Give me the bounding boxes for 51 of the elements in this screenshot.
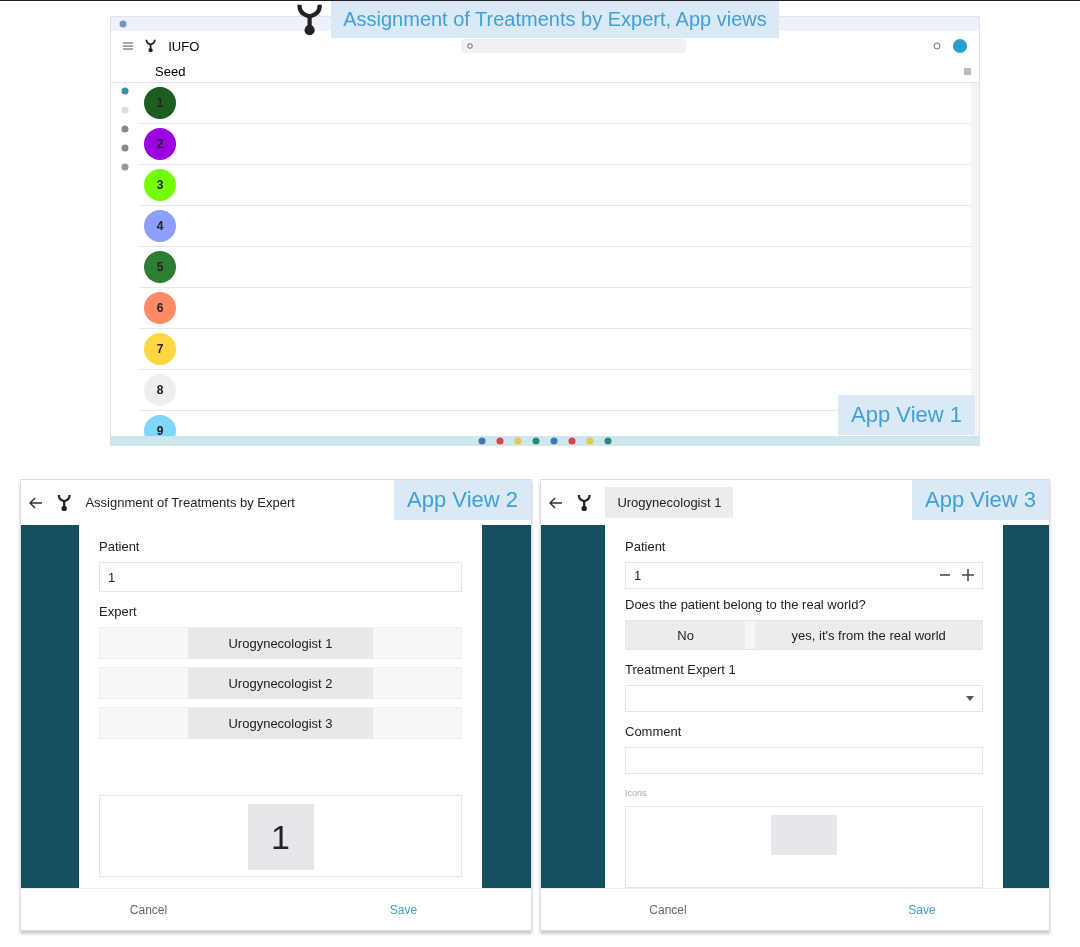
choice-option[interactable]: yes, it's from the real world	[755, 620, 982, 650]
view-label: App View 1	[838, 395, 975, 435]
caret-icon	[966, 696, 974, 702]
number-badge: 9	[144, 415, 176, 436]
logo-icon	[145, 39, 157, 53]
field-label: Expert	[99, 604, 138, 619]
image-field[interactable]	[625, 806, 983, 888]
logo-icon	[57, 493, 72, 512]
app-name: IUFO	[168, 38, 200, 54]
choice-option[interactable]: No	[626, 620, 746, 650]
expert-option[interactable]: Urogynecologist 3	[188, 707, 373, 739]
avatar[interactable]	[953, 39, 967, 53]
dialog-title: Urogynecologist 1	[605, 487, 734, 518]
dialog-title: Assignment of Treatments by Expert	[85, 495, 295, 510]
section-title: Seed	[155, 64, 186, 79]
question-text: Does the patient belong to the real world?	[625, 596, 867, 612]
number-badge: 5	[144, 251, 176, 283]
expert-option[interactable]: Urogynecologist 2	[188, 667, 373, 699]
number-badge: 8	[144, 374, 176, 406]
back-arrow-icon[interactable]	[29, 496, 43, 509]
number-badge: 4	[144, 210, 176, 242]
search-field[interactable]	[461, 39, 687, 53]
image-number: 1	[247, 804, 314, 870]
menu-icon[interactable]	[123, 42, 133, 50]
view-label: App View 3	[912, 480, 1049, 520]
number-badge: 6	[144, 292, 176, 324]
field-value: 1	[634, 567, 642, 583]
patient-field[interactable]: 1	[99, 562, 462, 592]
patient-field[interactable]: 1	[625, 562, 983, 589]
dropdown-field[interactable]	[625, 685, 983, 713]
view-label: App View 2	[394, 480, 531, 520]
number-badge: 3	[144, 169, 176, 201]
back-arrow-icon[interactable]	[549, 496, 563, 509]
image-field[interactable]: 1	[99, 795, 462, 877]
number-badge: 7	[144, 333, 176, 365]
search-icon	[467, 42, 475, 50]
slide-title: Assignment of Treatments by Expert, App views	[331, 1, 779, 38]
field-label: Patient	[625, 539, 667, 554]
field-label: Comment	[625, 724, 683, 740]
field-label: Treatment Expert 1	[625, 662, 737, 678]
comment-field[interactable]	[625, 747, 983, 774]
field-label: Icons	[625, 788, 648, 798]
number-badge: 2	[144, 128, 176, 160]
logo-icon	[577, 493, 592, 512]
field-label: Patient	[99, 539, 141, 554]
logo-icon	[296, 2, 324, 37]
expert-option[interactable]: Urogynecologist 1	[188, 627, 373, 659]
number-badge: 1	[144, 87, 176, 119]
cancel-button[interactable]: Cancel	[21, 889, 276, 930]
cancel-button[interactable]: Cancel	[541, 889, 795, 930]
stepper-icon[interactable]	[940, 569, 974, 582]
